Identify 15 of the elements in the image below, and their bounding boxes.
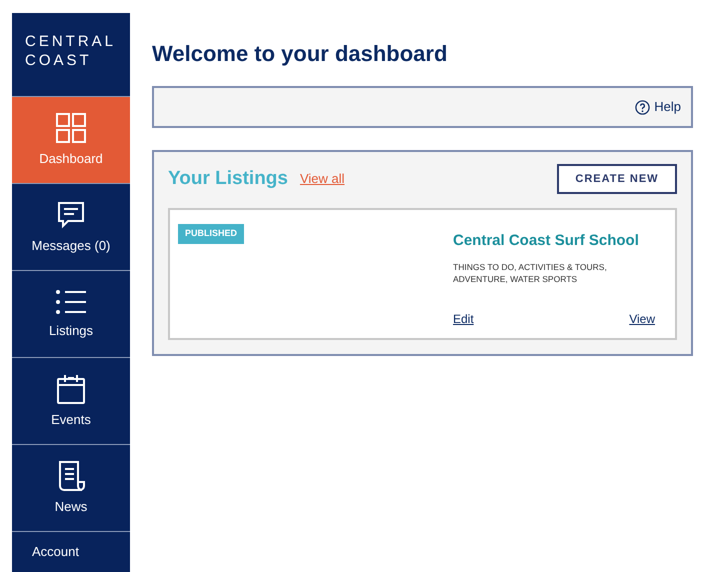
grid-icon (55, 112, 87, 144)
nav-item[interactable]: Dashboard (12, 96, 130, 183)
edit-link[interactable]: Edit (453, 310, 474, 328)
view-link[interactable]: View (629, 310, 655, 328)
help-icon (635, 100, 650, 114)
listing-name: Central Coast Surf School (453, 231, 640, 251)
page-title: Welcome to your dashboard (152, 40, 448, 68)
help-link[interactable]: Help (635, 97, 681, 117)
logo: CENTRAL COAST (24, 32, 118, 71)
status-badge: PUBLISHED (178, 224, 244, 244)
create-new-button[interactable]: CREATE NEW (557, 164, 677, 194)
section-title: Your Listings (168, 166, 288, 191)
calendar-icon (55, 372, 87, 405)
list-icon (55, 288, 87, 316)
listing-categories: THINGS TO DO, ACTIVITIES & TOURS, ADVENTURE, WATER SPORTS (453, 260, 608, 284)
